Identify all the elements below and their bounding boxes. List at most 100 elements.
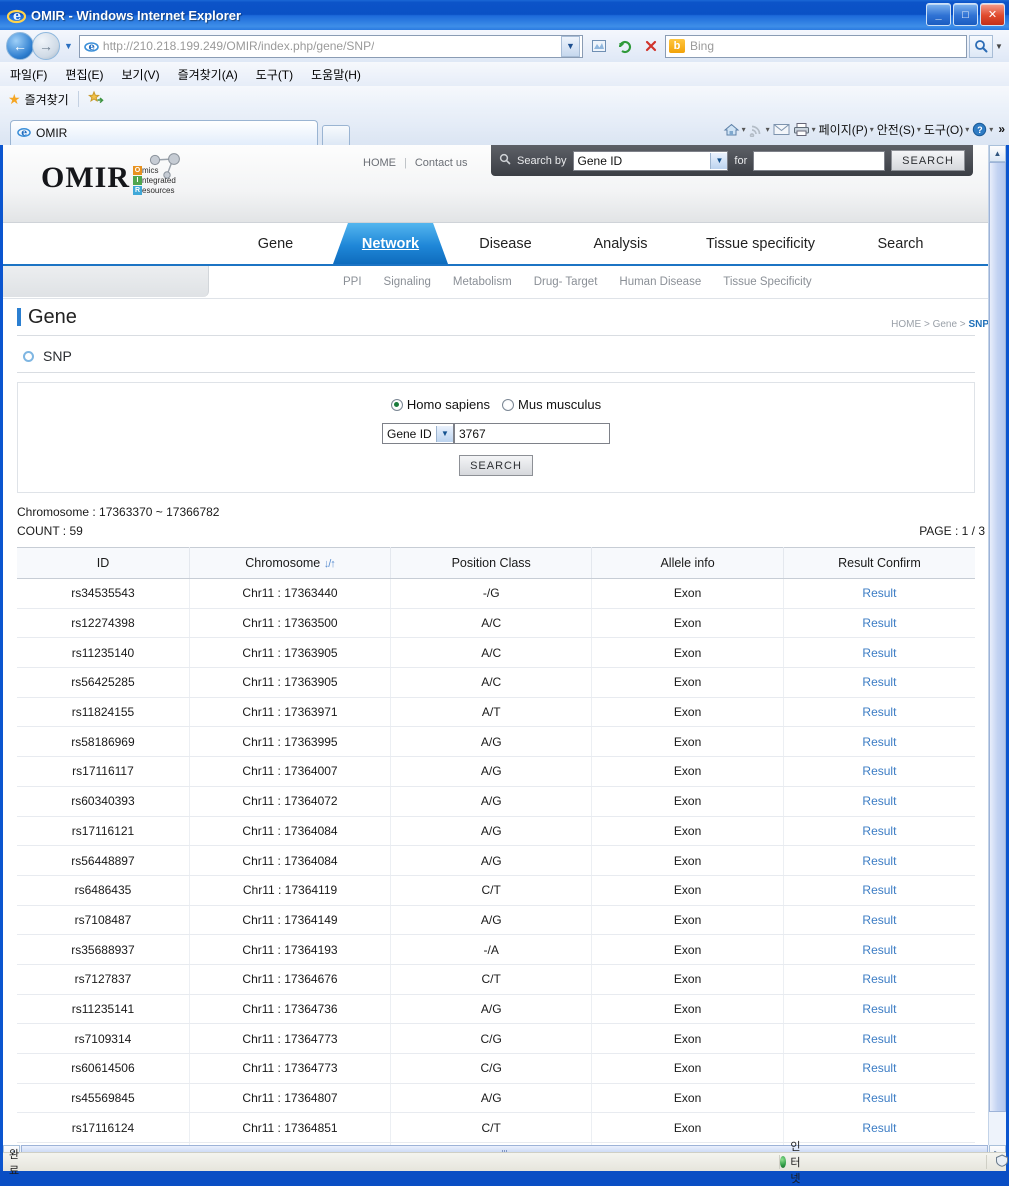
browser-search-caret-icon[interactable]: ▼: [993, 36, 1005, 57]
menu-favorites[interactable]: 즐겨찾기(A): [178, 66, 238, 83]
result-link[interactable]: Result: [862, 972, 896, 986]
search-key-select[interactable]: Gene ID ▼: [382, 423, 454, 444]
radio-mus-musculus-input[interactable]: [502, 399, 514, 411]
command-bar-overflow[interactable]: »: [998, 122, 1005, 136]
result-link[interactable]: Result: [862, 943, 896, 957]
subnav-item-human-disease[interactable]: Human Disease: [619, 276, 701, 288]
result-link[interactable]: Result: [862, 675, 896, 689]
refresh-button[interactable]: [613, 35, 636, 58]
new-tab-button[interactable]: [322, 125, 350, 145]
compatibility-view-icon[interactable]: [587, 35, 610, 58]
result-link[interactable]: Result: [862, 1091, 896, 1105]
vertical-scroll-thumb[interactable]: [989, 162, 1006, 1112]
result-link[interactable]: Result: [862, 616, 896, 630]
quick-search-type-select[interactable]: Gene ID ▼: [573, 151, 729, 171]
close-button[interactable]: ✕: [980, 3, 1005, 26]
page-menu[interactable]: 페이지(P) ▾: [819, 121, 874, 138]
cell-position-class: A/C: [391, 638, 592, 668]
menu-file[interactable]: 파일(F): [10, 66, 47, 83]
result-link[interactable]: Result: [862, 1032, 896, 1046]
cell-id: rs45569845: [17, 1083, 189, 1113]
column-header-allele-info[interactable]: Allele info: [592, 548, 784, 579]
protected-mode-icon[interactable]: [995, 1154, 1009, 1170]
url-bar[interactable]: e http://210.218.199.249/OMIR/index.php/…: [79, 35, 583, 58]
quick-search-button[interactable]: SEARCH: [891, 150, 965, 171]
tab-label: OMIR: [36, 126, 67, 140]
column-header-chromosome[interactable]: Chromosome ↓/↑: [189, 548, 390, 579]
radio-homo-sapiens-input[interactable]: [391, 399, 403, 411]
link-home[interactable]: HOME: [363, 157, 396, 169]
url-dropdown-icon[interactable]: ▼: [561, 36, 580, 57]
result-link[interactable]: Result: [862, 794, 896, 808]
nav-item-tissue-specificity[interactable]: Tissue specificity: [678, 223, 843, 264]
cell-allele-info: Exon: [592, 1083, 784, 1113]
title-bar: e OMIR - Windows Internet Explorer _ □ ✕: [0, 0, 1009, 30]
result-link[interactable]: Result: [862, 705, 896, 719]
result-link[interactable]: Result: [862, 586, 896, 600]
result-link[interactable]: Result: [862, 913, 896, 927]
help-caret-icon[interactable]: ▾: [989, 125, 993, 134]
subnav-item-ppi[interactable]: PPI: [343, 276, 362, 288]
search-submit-button[interactable]: SEARCH: [459, 455, 533, 476]
result-link[interactable]: Result: [862, 735, 896, 749]
print-button[interactable]: ▾: [793, 122, 816, 137]
radio-mus-musculus[interactable]: Mus musculus: [502, 397, 601, 412]
nav-item-network[interactable]: Network: [333, 223, 448, 264]
search-query-input[interactable]: 3767: [454, 423, 610, 444]
result-link[interactable]: Result: [862, 646, 896, 660]
tools-menu-label: 도구(O): [924, 121, 963, 138]
home-caret-icon[interactable]: ▾: [742, 125, 746, 134]
column-header-position-class[interactable]: Position Class: [391, 548, 592, 579]
result-link[interactable]: Result: [862, 883, 896, 897]
subnav-item-signaling[interactable]: Signaling: [384, 276, 431, 288]
menu-tools[interactable]: 도구(T): [256, 66, 293, 83]
table-row: rs35688937Chr11 : 17364193-/AExonResult: [17, 935, 975, 965]
feeds-button[interactable]: ▾: [749, 122, 770, 137]
submit-row: SEARCH: [18, 455, 974, 476]
sort-toggle-icon[interactable]: ↓/↑: [324, 558, 335, 570]
browser-search-go-button[interactable]: [969, 35, 993, 58]
result-link[interactable]: Result: [862, 1061, 896, 1075]
menu-help[interactable]: 도움말(H): [311, 66, 361, 83]
stop-button[interactable]: [639, 35, 662, 58]
help-button[interactable]: ? ▾: [972, 122, 993, 137]
menu-edit[interactable]: 편집(E): [65, 66, 103, 83]
link-contact-us[interactable]: Contact us: [415, 157, 468, 169]
safety-menu[interactable]: 안전(S) ▾: [877, 121, 921, 138]
subnav-item-drug-target[interactable]: Drug- Target: [534, 276, 598, 288]
nav-item-search[interactable]: Search: [843, 223, 958, 264]
result-link[interactable]: Result: [862, 1121, 896, 1135]
quick-search-input[interactable]: [753, 151, 885, 171]
add-to-favorites-icon[interactable]: [88, 90, 104, 109]
back-button[interactable]: ←: [6, 32, 34, 60]
scroll-up-button[interactable]: ▲: [989, 145, 1006, 162]
minimize-button[interactable]: _: [926, 3, 951, 26]
column-header-id[interactable]: ID: [17, 548, 189, 579]
security-zone[interactable]: 인터넷: [780, 1138, 806, 1186]
history-dropdown-icon[interactable]: ▼: [64, 41, 73, 51]
column-header-result-confirm[interactable]: Result Confirm: [783, 548, 975, 579]
result-meta: Chromosome : 17363370 ~ 17366782 COUNT :…: [17, 503, 975, 541]
radio-homo-sapiens[interactable]: Homo sapiens: [391, 397, 490, 412]
nav-item-gene[interactable]: Gene: [218, 223, 333, 264]
forward-button[interactable]: →: [32, 32, 60, 60]
result-link[interactable]: Result: [862, 854, 896, 868]
subnav-item-tissue-specificity[interactable]: Tissue Specificity: [723, 276, 811, 288]
mail-button[interactable]: [773, 123, 790, 136]
tab-omir[interactable]: e OMIR: [10, 120, 318, 145]
nav-item-analysis[interactable]: Analysis: [563, 223, 678, 264]
favorites-button-label[interactable]: 즐겨찾기: [25, 91, 69, 108]
browser-search-box[interactable]: b Bing: [665, 35, 967, 58]
result-link[interactable]: Result: [862, 1002, 896, 1016]
nav-item-disease[interactable]: Disease: [448, 223, 563, 264]
tools-menu[interactable]: 도구(O) ▾: [924, 121, 969, 138]
result-link[interactable]: Result: [862, 764, 896, 778]
page-vertical-scrollbar[interactable]: ▲: [988, 145, 1006, 1145]
home-button[interactable]: ▾: [723, 122, 746, 137]
menu-view[interactable]: 보기(V): [121, 66, 159, 83]
subnav-item-metabolism[interactable]: Metabolism: [453, 276, 512, 288]
result-link[interactable]: Result: [862, 824, 896, 838]
command-bar: ▾ ▾ ▾ 페이지(P) ▾ 안전(S) ▾ 도구(O) ▾ ? ▾ »: [723, 116, 1005, 142]
print-caret-icon[interactable]: ▾: [812, 125, 816, 134]
maximize-button[interactable]: □: [953, 3, 978, 26]
